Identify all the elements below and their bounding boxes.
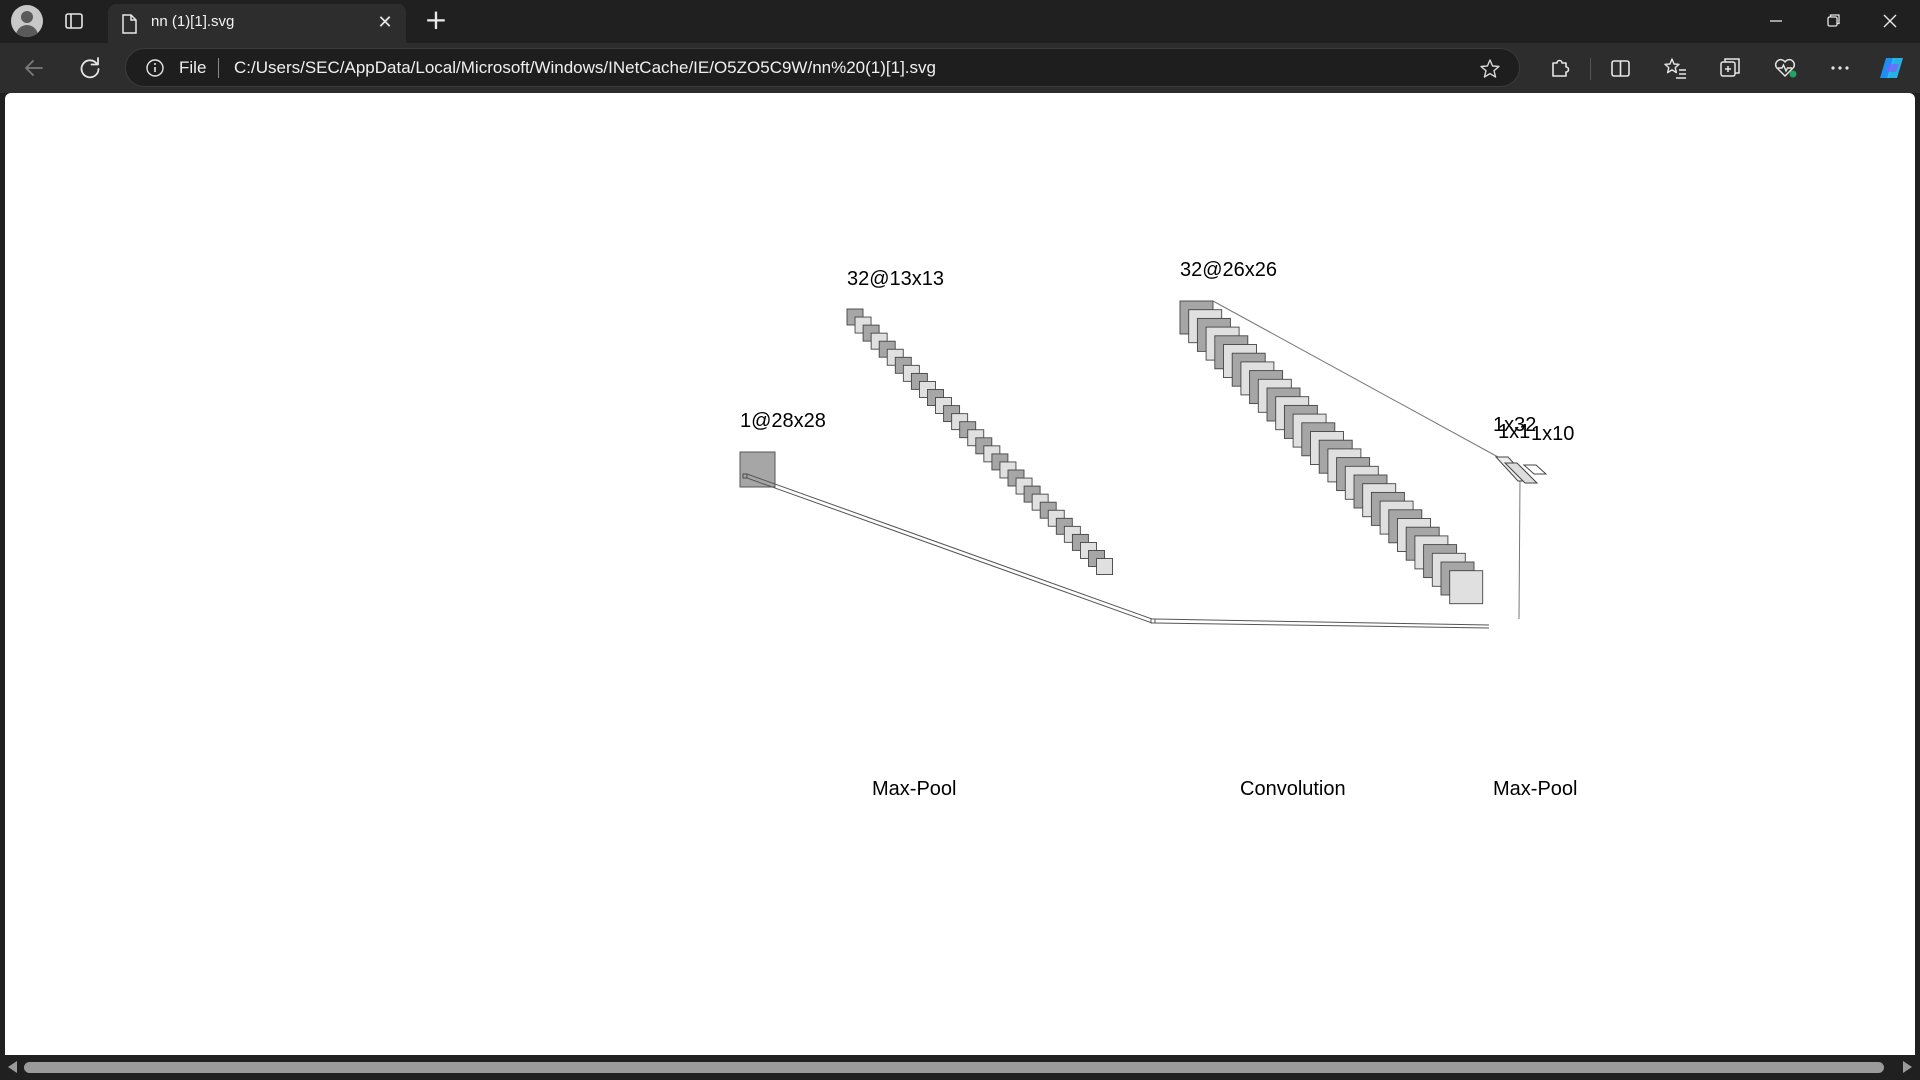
split-screen-icon[interactable] bbox=[1604, 52, 1636, 84]
collections-icon[interactable] bbox=[1714, 52, 1746, 84]
layer-label-1x10: 1x10 bbox=[1531, 423, 1574, 445]
scrollbar-thumb[interactable] bbox=[24, 1062, 1884, 1073]
more-icon[interactable] bbox=[1824, 52, 1856, 84]
tab-actions-icon[interactable] bbox=[64, 11, 84, 31]
conv-feature-map bbox=[1449, 570, 1484, 605]
favorite-star-icon[interactable] bbox=[1479, 58, 1501, 80]
operation-label-maxpool-1: Max-Pool bbox=[872, 778, 956, 800]
file-icon bbox=[122, 14, 137, 34]
copilot-icon[interactable] bbox=[1876, 52, 1908, 84]
close-icon[interactable] bbox=[1867, 6, 1913, 36]
scroll-right-arrow-icon[interactable] bbox=[1903, 1061, 1912, 1073]
operation-label-convolution: Convolution bbox=[1240, 778, 1346, 800]
url-text[interactable]: C:/Users/SEC/AppData/Local/Microsoft/Win… bbox=[234, 58, 936, 78]
horizontal-scrollbar[interactable] bbox=[0, 1055, 1920, 1080]
address-bar[interactable]: File C:/Users/SEC/AppData/Local/Microsof… bbox=[125, 48, 1520, 87]
new-tab-button[interactable]: + bbox=[423, 6, 449, 34]
minimize-icon[interactable] bbox=[1753, 6, 1799, 36]
profile-icon[interactable] bbox=[11, 5, 43, 37]
layer-label-input: 1@28x28 bbox=[740, 410, 826, 432]
page-content: 1@28x28 32@13x13 32@26x26 1x32 1x1 1x10 … bbox=[5, 93, 1915, 1055]
close-tab-button[interactable]: ✕ bbox=[376, 14, 394, 32]
scroll-left-arrow-icon[interactable] bbox=[8, 1061, 17, 1073]
browser-essentials-icon[interactable] bbox=[1769, 52, 1801, 84]
operation-label-maxpool-2: Max-Pool bbox=[1493, 778, 1577, 800]
maxpool-feature-map bbox=[1096, 558, 1114, 575]
favorites-icon[interactable] bbox=[1659, 52, 1691, 84]
site-info-label[interactable]: File bbox=[179, 58, 206, 78]
back-icon[interactable] bbox=[18, 52, 50, 84]
tab-strip: nn (1)[1].svg ✕ + bbox=[0, 0, 1920, 43]
cnn-diagram: 1@28x28 32@13x13 32@26x26 1x32 1x1 1x10 … bbox=[739, 259, 1577, 800]
tab-title: nn (1)[1].svg bbox=[151, 13, 235, 30]
tab-active[interactable]: nn (1)[1].svg ✕ bbox=[108, 4, 406, 43]
extensions-icon[interactable] bbox=[1543, 52, 1575, 84]
toolbar-divider bbox=[1590, 58, 1591, 80]
refresh-icon[interactable] bbox=[74, 52, 106, 84]
address-separator bbox=[218, 58, 219, 78]
layer-label-maxpool-1: 32@13x13 bbox=[847, 268, 944, 290]
layer-label-conv: 32@26x26 bbox=[1180, 259, 1277, 281]
info-icon[interactable] bbox=[146, 59, 164, 77]
restore-icon[interactable] bbox=[1810, 6, 1856, 36]
connector-line bbox=[1518, 479, 1521, 620]
browser-toolbar: File C:/Users/SEC/AppData/Local/Microsof… bbox=[0, 43, 1920, 93]
layer-label-1x1: 1x1 bbox=[1498, 421, 1530, 443]
